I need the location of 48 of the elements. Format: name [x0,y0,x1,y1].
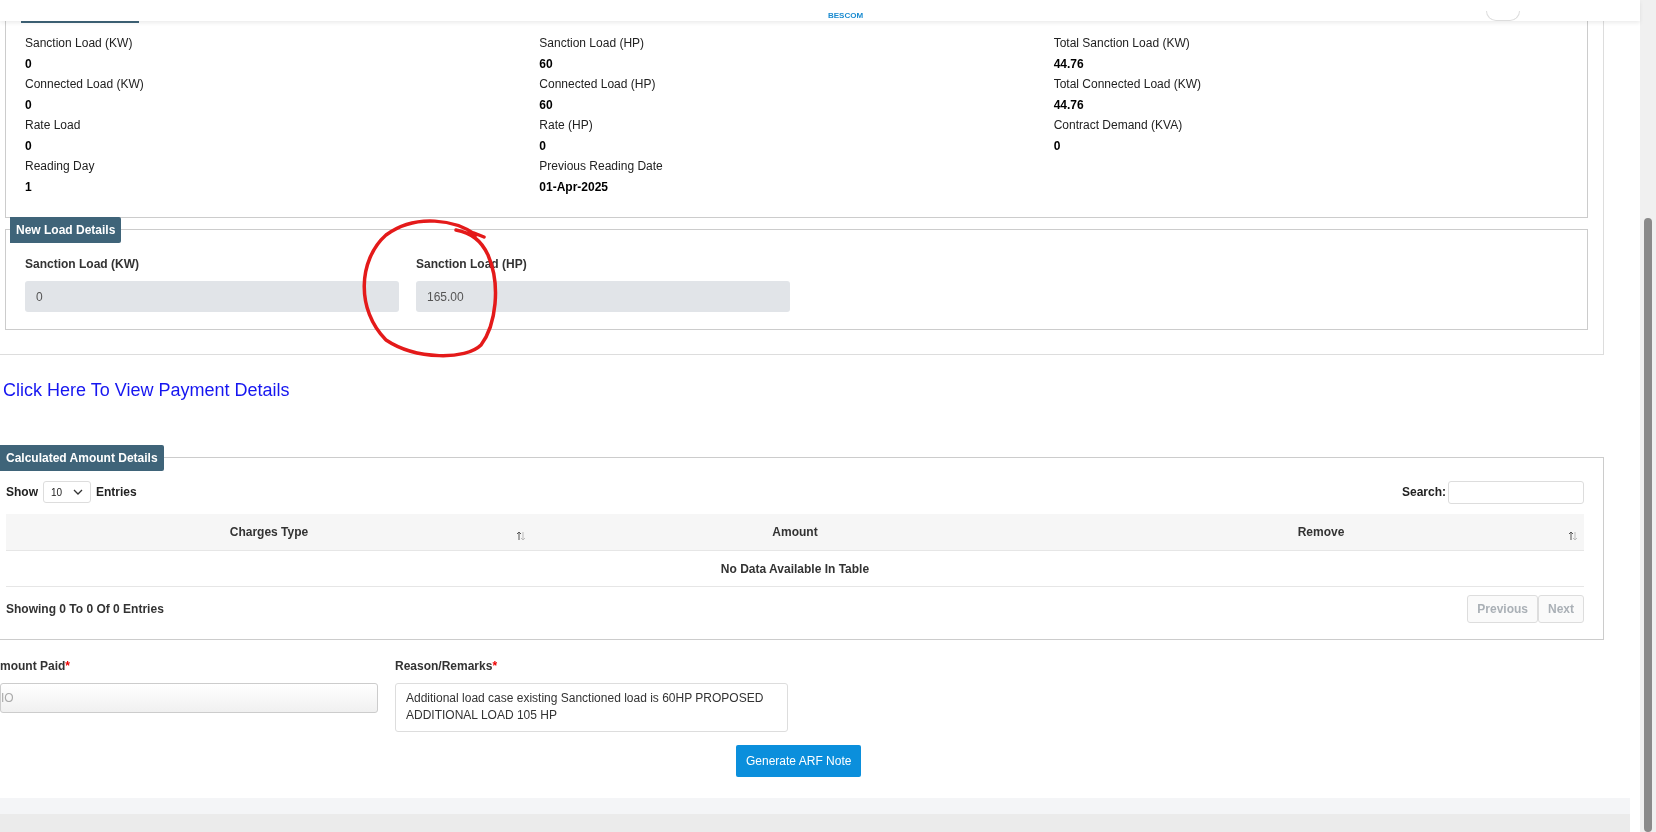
logo-text: BESCOM [828,12,864,20]
required-asterisk: * [492,659,498,673]
table-info: Showing 0 To 0 Of 0 Entries [6,601,164,618]
field-label: Sanction Load (KW) [25,35,134,51]
entries-label: Entries [96,484,137,501]
field-label: Total Connected Load (KW) [1053,76,1203,92]
field-value: 44.76 [1053,97,1085,113]
field-label: Connected Load (HP) [539,76,657,92]
field-label: mount Paid* [0,658,71,675]
column-header[interactable]: Amount [532,514,1058,550]
empty-table-message: No Data Available In Table [720,560,870,578]
column-header[interactable]: Remove [1058,514,1584,550]
field-value: 60 [539,56,554,72]
input-field[interactable]: IO [0,683,378,713]
payment-details-link[interactable]: Click Here To View Payment Details [3,376,290,404]
field-value: 0 [25,56,33,72]
page-size-select[interactable]: 10 [43,481,91,503]
section-badge: New Load Details [10,217,122,243]
field-value: 44.76 [1053,56,1085,72]
field-label: Total Sanction Load (KW) [1053,35,1191,51]
generate-arf-note-button[interactable]: Generate ARF Note [736,745,862,777]
input-field[interactable]: 0 [25,281,399,312]
field-label: Sanction Load (HP) [539,35,646,51]
chevron-down-icon [73,489,83,495]
required-asterisk: * [65,659,70,673]
search-field[interactable] [1448,480,1584,504]
field-label: Reason/Remarks* [395,658,499,675]
field-value: 1 [25,179,33,195]
field-label: Rate (HP) [539,117,594,133]
field-value: 0 [1053,138,1062,154]
field-value: 60 [539,97,554,113]
field-label: Reading Day [25,158,96,174]
field-label: Connected Load (KW) [25,76,145,92]
column-header[interactable]: Charges Type [6,514,532,550]
input-field[interactable]: 165.00 [416,281,790,312]
scrollbar-thumb[interactable] [1644,218,1652,832]
field-value: 01-Apr-2025 [539,179,610,195]
field-value: 0 [25,138,33,154]
search-label: Search: [1401,484,1446,501]
field-label: Sanction Load (KW) [25,256,140,273]
remarks-textarea[interactable]: Additional load case existing Sanctioned load is 60HP PROPOSED ADDITIONAL LOAD 105 HP [395,683,788,732]
show-label: Show [6,484,38,501]
field-value: 0 [25,97,33,113]
field-label: Rate Load [25,117,82,133]
section-badge: Calculated Amount Details [0,445,164,471]
field-value: 0 [539,138,547,154]
field-label: Previous Reading Date [539,158,664,174]
field-label: Contract Demand (KVA) [1053,117,1184,133]
